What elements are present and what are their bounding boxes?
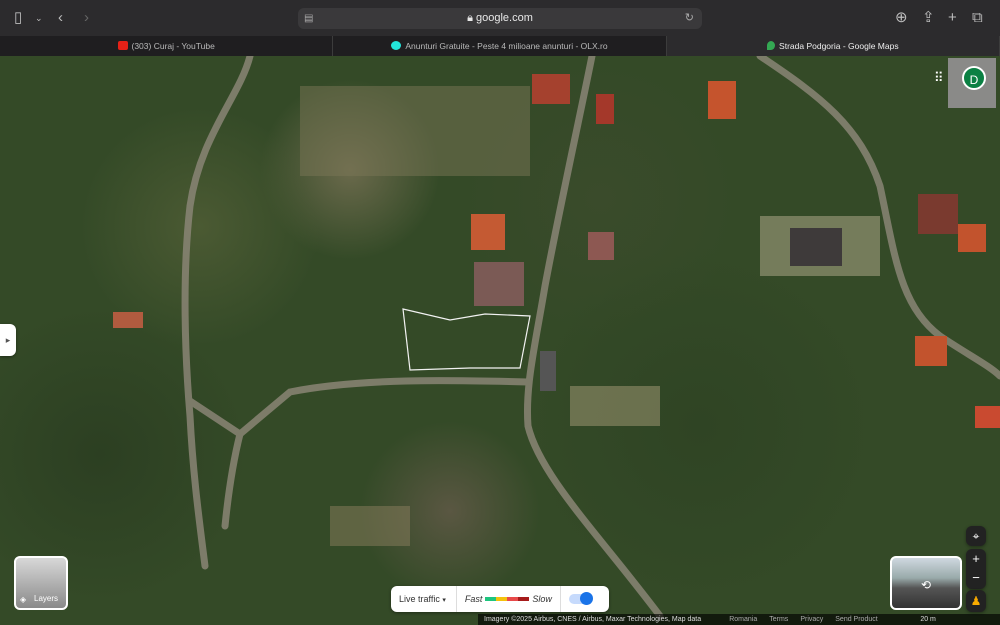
imagery-credit: Imagery ©2025 Airbus, CNES / Airbus, Max… [484,616,702,623]
legend-swatch [518,597,530,601]
share-icon[interactable]: ⇪ [922,8,935,28]
live-traffic-dropdown[interactable]: Live traffic ▾ [391,586,457,612]
map-imagery [113,56,1000,620]
terms-link[interactable]: Terms [769,614,788,625]
attribution-bar: Imagery ©2025 Airbus, CNES / Airbus, Max… [478,614,1000,625]
traffic-toggle[interactable] [568,592,593,605]
sidebar-toggle-icon[interactable]: ▯ [14,8,22,28]
tab-bar: (303) Curaj - YouTube Anunturi Gratuite … [0,36,1000,56]
side-panel-toggle[interactable]: ▸ [0,324,16,356]
tab-label: (303) Curaj - YouTube [131,41,215,51]
region-link[interactable]: Romania [729,614,757,625]
layers-icon: ◈ [20,595,27,604]
avatar[interactable]: D [962,66,986,90]
scale-bar[interactable]: 20 m [920,614,986,625]
my-location-button[interactable]: ⌖ [966,526,986,546]
maps-pin-icon [767,41,776,50]
tab-olx[interactable]: Anunturi Gratuite - Peste 4 milioane anu… [333,36,667,56]
side-road [186,377,532,439]
tab-overview-icon[interactable]: ⧉ [972,8,983,28]
lock-icon: 🔒︎ [467,12,473,24]
legend-swatch [496,597,508,601]
property-boundary [402,308,531,371]
layers-label: Layers [34,594,59,603]
pegman-button[interactable]: ♟ [966,590,986,612]
tab-label: Anunturi Gratuite - Peste 4 milioane anu… [405,41,608,51]
page-settings-icon[interactable]: ▤ [304,8,313,29]
zoom-in-button[interactable]: + [966,549,986,569]
clearing [570,386,660,426]
reload-icon[interactable]: ↻ [685,8,694,29]
download-icon[interactable]: ⊕ [895,8,908,28]
youtube-icon [117,41,128,50]
field [300,86,530,176]
feedback-link[interactable]: Send Product Feedback [835,614,908,625]
chevron-down-icon[interactable]: ⌄ [35,8,43,28]
clearing [330,506,410,546]
rotate-icon: ⟲ [920,578,932,592]
main-road [524,56,664,620]
legend-swatch [485,597,497,601]
street-view-thumbnail[interactable]: ⟲ [890,556,962,610]
zoom-out-button[interactable]: − [966,569,986,589]
olx-icon [391,41,402,50]
tab-google-maps[interactable]: Strada Podgoria - Google Maps [666,36,1000,56]
dirt-road [221,430,244,530]
forward-button[interactable]: › [84,8,89,28]
traffic-bar: Live traffic ▾ Fast Slow [391,586,609,612]
new-tab-icon[interactable]: + [948,8,957,28]
slow-label: Slow [532,594,552,604]
browser-toolbar: ▯ ⌄ ‹ › ▤ 🔒︎ google.com ↻ ⊕ ⇪ + ⧉ [0,0,1000,36]
layers-button[interactable]: ◈ Layers [14,556,68,610]
address-bar[interactable]: ▤ 🔒︎ google.com ↻ [298,8,702,29]
tab-label: Strada Podgoria - Google Maps [779,41,899,51]
tab-youtube[interactable]: (303) Curaj - YouTube [0,36,334,56]
legend-swatch [507,597,519,601]
dirt-road [181,56,254,570]
privacy-link[interactable]: Privacy [800,614,823,625]
url-text: google.com [476,12,533,24]
fast-label: Fast [464,594,483,604]
traffic-legend: Fast Slow [457,586,561,612]
back-button[interactable]: ‹ [58,8,63,28]
satellite-map[interactable]: ⠿ D ▸ ◈ Layers Live traffic ▾ Fast Slow … [0,56,1000,625]
zoom-controls: + − [966,549,986,589]
scale-label: 20 m [920,616,936,623]
apps-grid-icon[interactable]: ⠿ [934,70,944,86]
live-traffic-label: Live traffic [399,594,440,604]
dropdown-arrow-icon: ▾ [442,597,446,604]
